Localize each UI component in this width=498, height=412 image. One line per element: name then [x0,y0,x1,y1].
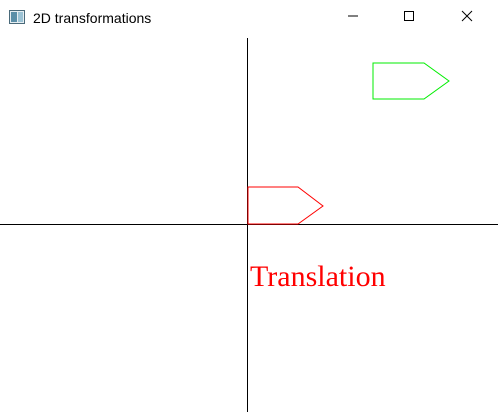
close-icon [461,9,473,27]
app-window: 2D transformations Translation [0,0,498,412]
scene-svg [0,38,498,412]
original-pentagon-arrow [247,186,324,225]
translated-pentagon-arrow [372,62,450,100]
window-app-icon [9,10,25,24]
maximize-button[interactable] [386,0,432,36]
maximize-icon [403,9,415,27]
minimize-icon [347,9,359,27]
transformation-label: Translation [250,260,386,293]
title-bar[interactable]: 2D transformations [0,0,498,36]
close-button[interactable] [444,0,490,36]
minimize-button[interactable] [330,0,376,36]
window-title: 2D transformations [33,10,152,26]
drawing-canvas [0,36,498,412]
